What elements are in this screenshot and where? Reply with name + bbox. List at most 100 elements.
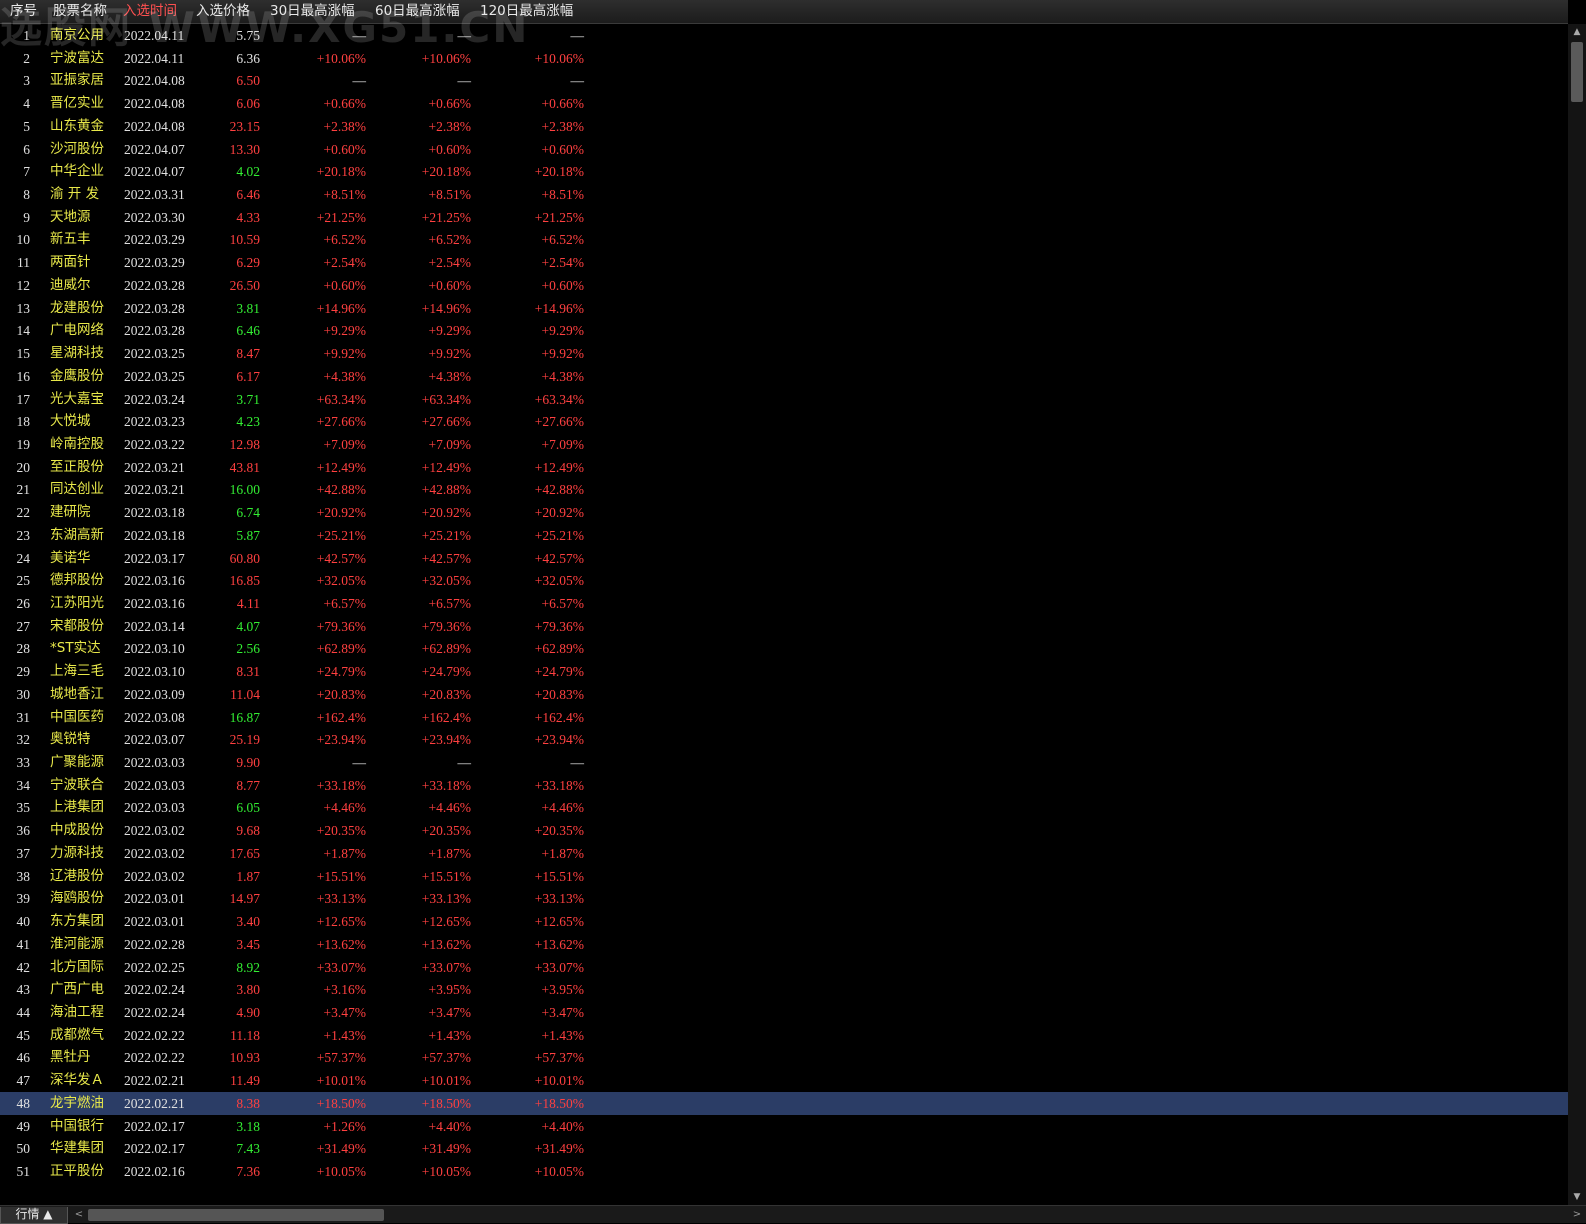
header-60d-gain[interactable]: 60日最高涨幅 — [375, 0, 460, 23]
gain-120d: +1.87% — [541, 845, 584, 861]
gain-120d: +8.51% — [541, 187, 584, 203]
table-row[interactable]: 40 东方集团 2022.03.01 3.40 +12.65% +12.65% +12.65… — [0, 910, 1568, 933]
header-select-time[interactable]: 入选时间 — [123, 0, 177, 23]
table-row[interactable]: 19 岭南控股 2022.03.22 12.98 +7.09% +7.09% +7.09% — [0, 433, 1568, 456]
table-row[interactable]: 17 光大嘉宝 2022.03.24 3.71 +63.34% +63.34% +63.34… — [0, 388, 1568, 411]
vertical-scroll-thumb[interactable] — [1571, 42, 1583, 102]
table-row[interactable]: 22 建研院 2022.03.18 6.74 +20.92% +20.92% +20.92% — [0, 501, 1568, 524]
table-row[interactable]: 30 城地香江 2022.03.09 11.04 +20.83% +20.83% +20.8… — [0, 683, 1568, 706]
table-row[interactable]: 9 天地源 2022.03.30 4.33 +21.25% +21.25% +21.25% — [0, 206, 1568, 229]
gain-60d: +62.89% — [421, 641, 471, 657]
scroll-right-icon[interactable]: > — [1570, 1207, 1584, 1223]
table-row[interactable]: 14 广电网络 2022.03.28 6.46 +9.29% +9.29% +9.29% — [0, 319, 1568, 342]
table-row[interactable]: 11 两面针 2022.03.29 6.29 +2.54% +2.54% +2.54% — [0, 251, 1568, 274]
table-row[interactable]: 20 至正股份 2022.03.21 43.81 +12.49% +12.49% +12.4… — [0, 456, 1568, 479]
select-date: 2022.04.07 — [124, 164, 185, 180]
select-price: 2.56 — [236, 641, 260, 657]
select-price: 8.38 — [236, 1095, 260, 1111]
table-row[interactable]: 37 力源科技 2022.03.02 17.65 +1.87% +1.87% +1.87% — [0, 842, 1568, 865]
table-row[interactable]: 16 金鹰股份 2022.03.25 6.17 +4.38% +4.38% +4.38% — [0, 365, 1568, 388]
table-row[interactable]: 35 上港集团 2022.03.03 6.05 +4.46% +4.46% +4.46% — [0, 796, 1568, 819]
row-index: 39 — [16, 891, 31, 907]
table-row[interactable]: 21 同达创业 2022.03.21 16.00 +42.88% +42.88% +42.8… — [0, 478, 1568, 501]
scroll-left-icon[interactable]: < — [72, 1207, 86, 1223]
table-row[interactable]: 51 正平股份 2022.02.16 7.36 +10.05% +10.05% +10.05… — [0, 1160, 1568, 1183]
table-row[interactable]: 44 海油工程 2022.02.24 4.90 +3.47% +3.47% +3.47% — [0, 1001, 1568, 1024]
table-row[interactable]: 32 奥锐特 2022.03.07 25.19 +23.94% +23.94% +23.94… — [0, 728, 1568, 751]
header-stock-name[interactable]: 股票名称 — [53, 0, 107, 23]
select-price: 4.07 — [236, 618, 260, 634]
gain-30d: +4.46% — [323, 800, 366, 816]
select-price: 25.19 — [229, 732, 260, 748]
bottom-bar: 行情 ▲ < > — [0, 1205, 1586, 1224]
gain-120d: +9.29% — [541, 323, 584, 339]
table-row[interactable]: 42 北方国际 2022.02.25 8.92 +33.07% +33.07% +33.07… — [0, 956, 1568, 979]
table-row[interactable]: 31 中国医药 2022.03.08 16.87 +162.4% +162.4% +162.… — [0, 706, 1568, 729]
table-row[interactable]: 33 广聚能源 2022.03.03 9.90 — — — — [0, 751, 1568, 774]
select-price: 4.33 — [236, 209, 260, 225]
table-row[interactable]: 36 中成股份 2022.03.02 9.68 +20.35% +20.35% +20.35… — [0, 819, 1568, 842]
table-row[interactable]: 47 深华发Ａ 2022.02.21 11.49 +10.01% +10.01% +10.0… — [0, 1069, 1568, 1092]
table-row[interactable]: 24 美诺华 2022.03.17 60.80 +42.57% +42.57% +42.57… — [0, 547, 1568, 570]
table-row[interactable]: 46 黑牡丹 2022.02.22 10.93 +57.37% +57.37% +57.37… — [0, 1046, 1568, 1069]
stock-name: 奥锐特 — [50, 731, 91, 748]
gain-60d: +9.92% — [428, 346, 471, 362]
table-row[interactable]: 4 晋亿实业 2022.04.08 6.06 +0.66% +0.66% +0.66% — [0, 92, 1568, 115]
stock-name: 迪威尔 — [50, 276, 91, 293]
row-index: 42 — [16, 959, 31, 975]
tab-market[interactable]: 行情 ▲ — [0, 1207, 68, 1224]
table-row[interactable]: 6 沙河股份 2022.04.07 13.30 +0.60% +0.60% +0.60% — [0, 138, 1568, 161]
gain-30d: +12.49% — [316, 459, 366, 475]
table-row[interactable]: 27 宋都股份 2022.03.14 4.07 +79.36% +79.36% +79.36… — [0, 615, 1568, 638]
table-row[interactable]: 8 渝 开 发 2022.03.31 6.46 +8.51% +8.51% +8.51% — [0, 183, 1568, 206]
table-row[interactable]: 12 迪威尔 2022.03.28 26.50 +0.60% +0.60% +0.60% — [0, 274, 1568, 297]
table-row[interactable]: 45 成都燃气 2022.02.22 11.18 +1.43% +1.43% +1.43% — [0, 1024, 1568, 1047]
table-row[interactable]: 43 广西广电 2022.02.24 3.80 +3.16% +3.95% +3.95% — [0, 978, 1568, 1001]
gain-120d: +4.46% — [541, 800, 584, 816]
gain-30d: +20.83% — [316, 686, 366, 702]
table-row[interactable]: 50 华建集团 2022.02.17 7.43 +31.49% +31.49% +31.49… — [0, 1137, 1568, 1160]
table-row[interactable]: 34 宁波联合 2022.03.03 8.77 +33.18% +33.18% +33.18… — [0, 774, 1568, 797]
header-30d-gain[interactable]: 30日最高涨幅 — [270, 0, 355, 23]
table-row[interactable]: 7 中华企业 2022.04.07 4.02 +20.18% +20.18% +20.18% — [0, 160, 1568, 183]
table-row[interactable]: 18 大悦城 2022.03.23 4.23 +27.66% +27.66% +27.66% — [0, 410, 1568, 433]
row-index: 9 — [23, 209, 30, 225]
table-row[interactable]: 3 亚振家居 2022.04.08 6.50 — — — — [0, 69, 1568, 92]
row-index: 40 — [16, 914, 31, 930]
row-index: 48 — [16, 1095, 31, 1111]
table-row[interactable]: 38 辽港股份 2022.03.02 1.87 +15.51% +15.51% +15.51… — [0, 865, 1568, 888]
gain-30d: +12.65% — [316, 914, 366, 930]
header-select-price[interactable]: 入选价格 — [196, 0, 250, 23]
gain-60d: +8.51% — [428, 187, 471, 203]
table-row[interactable]: 28 *ST实达 2022.03.10 2.56 +62.89% +62.89% +62.8… — [0, 637, 1568, 660]
table-row[interactable]: 2 宁波富达 2022.04.11 6.36 +10.06% +10.06% +10.06% — [0, 47, 1568, 70]
horizontal-scroll-thumb[interactable] — [88, 1209, 384, 1221]
gain-120d: +63.34% — [534, 391, 584, 407]
scroll-up-icon[interactable]: ▲ — [1568, 24, 1586, 40]
select-date: 2022.03.03 — [124, 800, 185, 816]
table-row[interactable]: 25 德邦股份 2022.03.16 16.85 +32.05% +32.05% +32.0… — [0, 569, 1568, 592]
header-120d-gain[interactable]: 120日最高涨幅 — [480, 0, 573, 23]
table-row[interactable]: 39 海鸥股份 2022.03.01 14.97 +33.13% +33.13% +33.1… — [0, 887, 1568, 910]
scroll-down-icon[interactable]: ▼ — [1568, 1189, 1586, 1205]
gain-120d: +21.25% — [534, 209, 584, 225]
table-row[interactable]: 48 龙宇燃油 2022.02.21 8.38 +18.50% +18.50% +18.50… — [0, 1091, 1568, 1115]
table-row[interactable]: 49 中国银行 2022.02.17 3.18 +1.26% +4.40% +4.40% — [0, 1115, 1568, 1138]
gain-30d: +18.50% — [316, 1095, 366, 1111]
gain-30d: +7.09% — [323, 436, 366, 452]
table-row[interactable]: 29 上海三毛 2022.03.10 8.31 +24.79% +24.79% +24.79… — [0, 660, 1568, 683]
gain-120d: +20.35% — [534, 823, 584, 839]
gain-120d: +24.79% — [534, 664, 584, 680]
header-index[interactable]: 序号 — [10, 0, 37, 23]
table-row[interactable]: 41 淮河能源 2022.02.28 3.45 +13.62% +13.62% +13.62… — [0, 933, 1568, 956]
table-row[interactable]: 10 新五丰 2022.03.29 10.59 +6.52% +6.52% +6.52% — [0, 228, 1568, 251]
gain-30d: +57.37% — [316, 1050, 366, 1066]
table-row[interactable]: 1 南京公用 2022.04.11 5.75 — — — — [0, 24, 1568, 47]
vertical-scrollbar[interactable]: ▲ ▼ — [1568, 24, 1586, 1205]
table-row[interactable]: 23 东湖高新 2022.03.18 5.87 +25.21% +25.21% +25.21… — [0, 524, 1568, 547]
table-row[interactable]: 26 江苏阳光 2022.03.16 4.11 +6.57% +6.57% +6.57% — [0, 592, 1568, 615]
table-row[interactable]: 5 山东黄金 2022.04.08 23.15 +2.38% +2.38% +2.38% — [0, 115, 1568, 138]
table-row[interactable]: 13 龙建股份 2022.03.28 3.81 +14.96% +14.96% +14.96… — [0, 297, 1568, 320]
row-index: 43 — [16, 982, 31, 998]
table-row[interactable]: 15 星湖科技 2022.03.25 8.47 +9.92% +9.92% +9.92% — [0, 342, 1568, 365]
